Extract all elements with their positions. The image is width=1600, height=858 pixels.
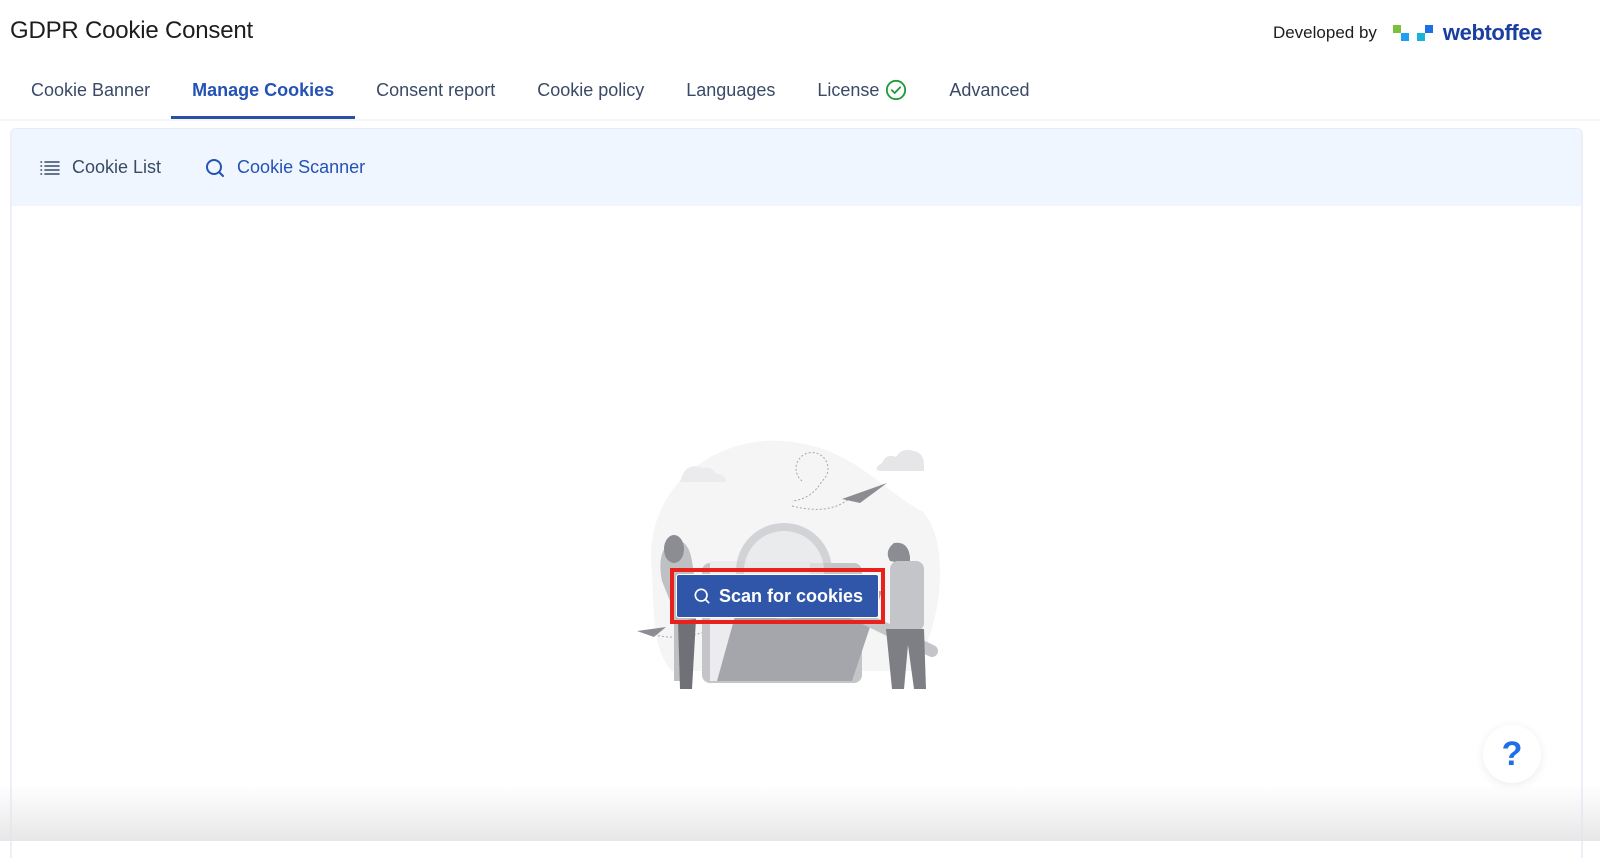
developer-credit: Developed by webtoffee (1273, 20, 1542, 46)
help-icon: ? (1501, 734, 1523, 773)
subnav-label: Cookie Scanner (237, 157, 366, 177)
search-icon (694, 588, 710, 604)
subnav-cookie-scanner[interactable]: Cookie Scanner (203, 156, 365, 180)
app-title: GDPR Cookie Consent (10, 17, 253, 44)
help-button[interactable]: ? (1483, 725, 1541, 783)
check-circle-icon (886, 79, 907, 101)
tab-manage-cookies[interactable]: Manage Cookies (171, 60, 356, 120)
tab-label: License (817, 79, 880, 100)
tab-label: Cookie Banner (31, 79, 151, 100)
list-icon (40, 160, 60, 175)
main-tabs: Cookie Banner Manage Cookies Consent rep… (10, 60, 1050, 120)
tab-languages[interactable]: Languages (665, 60, 796, 120)
manage-cookies-panel: Cookie List Cookie Scanner (10, 128, 1583, 858)
webtoffee-logo[interactable]: webtoffee (1392, 20, 1542, 46)
tab-label: Cookie policy (537, 79, 645, 100)
search-icon (206, 158, 225, 177)
brand-name: webtoffee (1442, 20, 1542, 45)
sub-navigation: Cookie List Cookie Scanner (12, 129, 1581, 206)
webtoffee-logo-icon (1392, 22, 1451, 44)
scan-for-cookies-button[interactable]: Scan for cookies (676, 574, 879, 618)
tab-label: Consent report (376, 79, 496, 100)
tab-license[interactable]: License (796, 60, 928, 120)
tabs-divider (0, 119, 1600, 121)
developed-by-label: Developed by (1272, 23, 1377, 42)
subnav-cookie-list[interactable]: Cookie List (38, 156, 161, 180)
tab-label: Languages (686, 79, 776, 100)
tab-consent-report[interactable]: Consent report (355, 60, 516, 120)
search-folder-illustration (637, 440, 941, 689)
header: GDPR Cookie Consent Developed by webtoff… (0, 0, 1600, 60)
tab-label: Advanced (949, 79, 1030, 100)
tab-label: Manage Cookies (192, 79, 335, 100)
tab-cookie-policy[interactable]: Cookie policy (516, 60, 665, 120)
tab-advanced[interactable]: Advanced (928, 60, 1050, 120)
tab-cookie-banner[interactable]: Cookie Banner (10, 60, 171, 120)
scan-button-label: Scan for cookies (718, 585, 864, 606)
subnav-label: Cookie List (72, 157, 162, 177)
